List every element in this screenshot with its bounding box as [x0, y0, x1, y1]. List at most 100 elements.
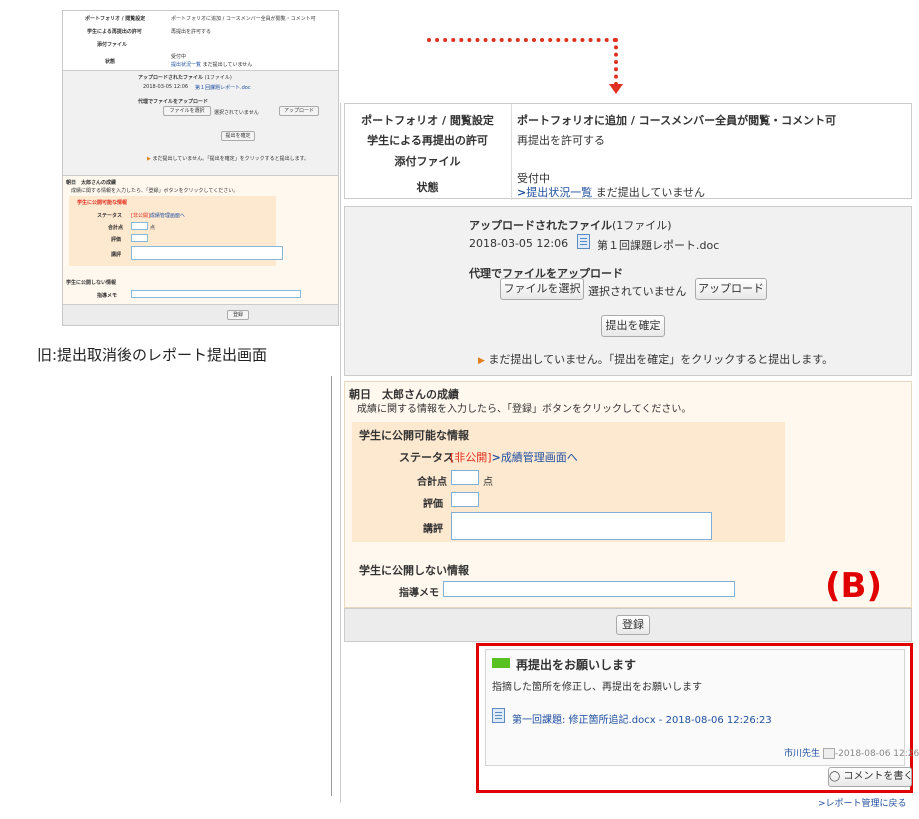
comment-body: 指摘した箇所を修正し、再提出をお願いします [492, 682, 702, 693]
document-icon [577, 234, 590, 249]
memo-label: 指導メモ [399, 588, 439, 599]
choose-file-button[interactable]: ファイルを選択 [500, 278, 584, 300]
comment-label: 講評 [423, 524, 443, 535]
info-table-divider [511, 104, 512, 200]
notice-triangle-icon: ▶ [478, 356, 485, 366]
old-portfolio-value: ポートフォリオに追加 / コースメンバー全員が閲覧・コメント可 [171, 16, 316, 22]
uploaded-heading: アップロードされたファイル(1ファイル) [469, 219, 672, 232]
status-label: 状態 [416, 181, 439, 194]
avatar [822, 748, 835, 759]
old-status-suffix: まだ提出していません [202, 62, 253, 68]
old-instruction: 成績に関する情報を入力したら、「登録」ボタンをクリックしてください。 [71, 188, 239, 194]
old-resubmit-value: 再提出を許可する [171, 29, 212, 35]
comment-file-line: 第一回課題: 修正箇所追記.docx - 2018-08-06 12:26:23 [512, 711, 772, 726]
old-not-selected: 選択されていません [214, 110, 259, 116]
old-eval-input[interactable] [131, 234, 148, 242]
grade-status-value: [非公開] [450, 451, 492, 464]
dotted-arrow-horizontal [427, 38, 617, 42]
old-footer-bar [63, 304, 338, 325]
old-status-line: 提出状況一覧 まだ提出していません [171, 61, 252, 68]
old-total-unit: 点 [150, 225, 156, 231]
file-date: 2018-03-05 12:06 [469, 237, 569, 250]
old-register-button[interactable]: 登録 [227, 310, 249, 320]
public-info-heading: 学生に公開可能な情報 [359, 429, 469, 442]
chevron-right-icon: > [491, 451, 501, 464]
old-status-label-2: ステータス [97, 213, 123, 219]
old-file-date: 2018-03-05 12:06 [143, 84, 189, 90]
eval-label: 評価 [423, 499, 443, 510]
old-public-heading: 学生に公開可能な情報 [77, 200, 128, 206]
register-button[interactable]: 登録 [616, 615, 650, 635]
old-portfolio-label: ポートフォリオ / 閲覧設定 [85, 16, 146, 22]
evaluation-input[interactable] [451, 492, 479, 507]
old-upload-button[interactable]: アップロード [279, 106, 319, 116]
old-comment-textarea[interactable] [131, 246, 283, 260]
old-confirm-button[interactable]: 提出を確定 [221, 131, 255, 141]
old-total-label: 合計点 [108, 225, 124, 231]
comment-file-link[interactable]: 第一回課題: 修正箇所追記.docx [512, 715, 656, 726]
grade-management-link[interactable]: 成績管理画面へ [501, 451, 578, 464]
uploaded-file-link[interactable]: 第１回課題レポート.doc [597, 237, 719, 253]
write-comment-label: コメントを書く [843, 771, 914, 782]
status-list-link[interactable]: 提出状況一覧 [526, 186, 592, 199]
upload-button[interactable]: アップロード [695, 278, 767, 300]
comment-meta: 市川先生 -2018-08-06 12:26 [784, 746, 919, 759]
total-score-input[interactable] [451, 470, 479, 485]
old-notice: ▶ まだ提出していません。「提出を確定」をクリックすると提出します。 [147, 156, 310, 162]
comment-title: 再提出をお願いします [516, 658, 637, 672]
old-total-input[interactable] [131, 222, 148, 230]
footer-bar: 登録 [344, 608, 912, 642]
label-b: (B) [825, 566, 882, 606]
old-memo-label: 指導メモ [97, 293, 118, 299]
old-notice-triangle-icon: ▶ [147, 156, 151, 162]
comment-date: -2018-08-06 12:26 [834, 749, 919, 759]
status-suffix: まだ提出していません [595, 186, 706, 199]
write-comment-button[interactable]: ◯ コメントを書く [828, 767, 914, 787]
old-attach-label: 添付ファイル [97, 42, 128, 48]
comment-author[interactable]: 市川先生 [784, 749, 820, 759]
grade-status-label: ステータス [399, 451, 454, 464]
old-comment-label: 講評 [111, 252, 122, 258]
back-to-report-link[interactable]: >レポート管理に戻る [818, 796, 907, 809]
old-grade-status: [非公開]成績管理画面へ [131, 213, 185, 219]
grade-status-line: [非公開]>成績管理画面へ [450, 449, 578, 465]
old-uploaded-heading: アップロードされたファイル (1ファイル) [138, 75, 232, 81]
old-caption: 旧:提出取消後のレポート提出画面 [37, 346, 268, 364]
resubmit-value: 再提出を許可する [517, 134, 605, 147]
resubmit-label: 学生による再提出の許可 [367, 134, 488, 147]
old-resubmit-label: 学生による再提出の許可 [87, 29, 142, 35]
chevron-right-icon: > [818, 799, 826, 809]
total-unit: 点 [483, 477, 493, 488]
comment-card: 再提出をお願いします 指摘した箇所を修正し、再提出をお願いします 第一回課題: … [485, 649, 919, 766]
memo-input[interactable] [443, 581, 735, 597]
not-selected-text: 選択されていません [588, 285, 687, 298]
old-eval-label: 評価 [111, 237, 122, 243]
portfolio-label: ポートフォリオ / 閲覧設定 [361, 114, 494, 127]
upload-section: アップロードされたファイル(1ファイル) 2018-03-05 12:06 第１… [344, 206, 912, 376]
old-status-value: 受付中 [171, 54, 187, 60]
divider-line [331, 376, 332, 796]
comment-textarea[interactable] [451, 512, 712, 540]
old-student-heading: 朝日 太郎さんの成績 [66, 180, 117, 186]
old-memo-input[interactable] [131, 290, 301, 298]
private-info-heading: 学生に公開しない情報 [359, 564, 469, 577]
old-status-label: 状態 [105, 59, 116, 65]
old-private-heading: 学生に公開しない情報 [66, 280, 117, 286]
chevron-right-icon: > [517, 186, 527, 199]
confirm-submit-button[interactable]: 提出を確定 [601, 315, 665, 337]
portfolio-value: ポートフォリオに追加 / コースメンバー全員が閲覧・コメント可 [517, 114, 837, 127]
old-file-link[interactable]: 第１回課題レポート.doc [195, 84, 251, 91]
attach-label: 添付ファイル [394, 155, 461, 168]
status-line: >提出状況一覧 まだ提出していません [517, 184, 705, 200]
speech-bubble-icon: ◯ [829, 771, 841, 782]
not-submitted-notice: ▶ まだ提出していません。「提出を確定」をクリックすると提出します。 [478, 353, 834, 366]
document-icon [492, 708, 505, 723]
arrow-down-icon [609, 84, 623, 94]
old-screenshot: ポートフォリオ / 閲覧設定 ポートフォリオに追加 / コースメンバー全員が閲覧… [62, 10, 339, 326]
old-proxy-label: 代理でファイルをアップロード [138, 99, 209, 105]
comment-file-date: - 2018-08-06 12:26:23 [655, 715, 772, 726]
old-status-link[interactable]: 提出状況一覧 [171, 62, 201, 68]
old-choose-button[interactable]: ファイルを選択 [163, 106, 211, 116]
dotted-arrow-vertical [614, 38, 618, 86]
badge-icon [492, 658, 510, 668]
